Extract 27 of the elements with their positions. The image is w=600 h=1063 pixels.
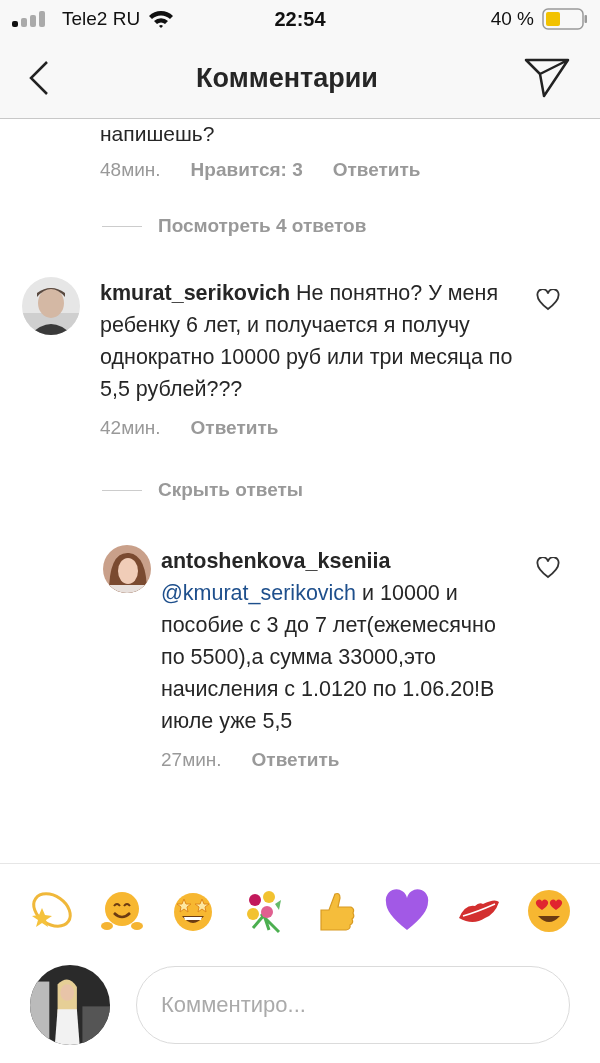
view-replies-button[interactable]: Посмотреть 4 ответов (158, 215, 367, 237)
comment-text: antoshenkova_kseniia @kmurat_serikovich и 10000 и пособие с 3 до 7 лет(ежемесячно по 5500),а сумма 33000,это начисления с 1.0120 по 1.06.20!В июле уже 5,5 (161, 548, 497, 735)
back-icon[interactable] (28, 60, 50, 96)
comment-text: напишешь? (100, 121, 216, 147)
mention-link[interactable]: @kmurat_serikovich (161, 581, 357, 605)
comment-time: 48мин. (100, 159, 161, 181)
comment-text: kmurat_serikovich Не понятно? У меня ребенку 6 лет, и получается я получу однократно 10000 руб или три месяца по 5,5 рублей??? (100, 280, 514, 403)
wifi-icon (148, 10, 175, 28)
comment-input[interactable]: Комментиро... (136, 966, 570, 1044)
likes-count[interactable]: Нравится: 3 (190, 159, 303, 181)
like-heart-icon[interactable] (536, 557, 560, 579)
reply-button[interactable]: Ответить (251, 749, 340, 771)
clock-time: 22:54 (274, 7, 326, 31)
comment-time: 42мин. (100, 417, 161, 439)
reply-button[interactable]: Ответить (332, 159, 421, 181)
heart-eyes-face-icon[interactable] (526, 888, 572, 934)
battery-percent: 40 % (490, 8, 534, 30)
reply-button[interactable]: Ответить (190, 417, 279, 439)
hide-replies-button[interactable]: Скрыть ответы (158, 479, 304, 501)
page-title: Комментарии (196, 62, 378, 94)
carrier-name: Tele2 RU (62, 8, 141, 30)
send-icon[interactable] (524, 58, 570, 98)
like-heart-icon[interactable] (536, 289, 560, 311)
username-link[interactable]: kmurat_serikovich (100, 281, 290, 305)
battery-icon (542, 8, 588, 30)
username-link[interactable]: antoshenkova_kseniia (161, 549, 391, 573)
comment-time: 27мин. (161, 749, 222, 771)
